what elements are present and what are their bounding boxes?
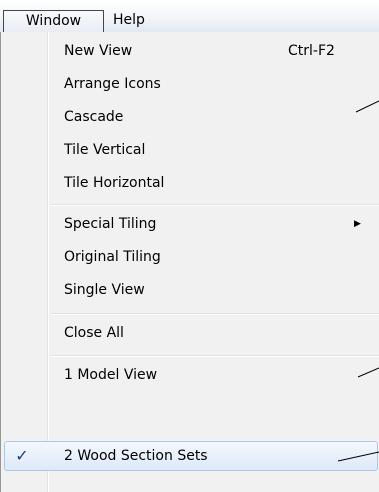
menu-item-label: Original Tiling [64, 249, 161, 265]
menu-item-label: Arrange Icons [64, 76, 161, 92]
menu-separator [51, 204, 379, 206]
menu-item-label: Single View [64, 282, 145, 298]
menu-item-label: Close All [64, 325, 124, 341]
menu-separator [51, 355, 379, 357]
menu-item-label: New View [64, 43, 133, 59]
submenu-arrow-icon: ▶ [354, 219, 361, 229]
checkmark-icon: ✓ [15, 446, 29, 465]
menu-separator [51, 313, 379, 315]
menu-item-label: Tile Horizontal [64, 175, 165, 191]
menu-item-label: 1 Model View [64, 367, 158, 383]
menu-window-label: Window [25, 13, 82, 29]
menu-item-original-tiling[interactable]: Original Tiling [2, 241, 378, 274]
menu-item-special-tiling[interactable]: Special Tiling ▶ [2, 208, 378, 241]
menu-item-shortcut: Ctrl-F2 [288, 43, 335, 59]
menu-item-tile-horizontal[interactable]: Tile Horizontal [2, 167, 378, 200]
menu-help[interactable]: Help [107, 10, 151, 32]
menu-item-label: Cascade [64, 109, 124, 125]
menu-item-close-all[interactable]: Close All [2, 317, 378, 350]
menu-item-arrange-icons[interactable]: Arrange Icons [2, 68, 378, 101]
menu-help-label: Help [113, 12, 145, 28]
menu-item-cascade[interactable]: Cascade [2, 101, 378, 134]
menu-bar: Window Help [0, 0, 379, 33]
menu-item-label: 2 Wood Section Sets [64, 448, 208, 464]
window-menu-dropdown: New View Ctrl-F2 Arrange Icons Cascade T… [0, 32, 379, 492]
menu-item-new-view[interactable]: New View Ctrl-F2 [2, 35, 378, 68]
menu-item-model-view[interactable]: 1 Model View [2, 359, 378, 392]
menu-window[interactable]: Window [3, 10, 104, 32]
menu-item-single-view[interactable]: Single View [2, 274, 378, 307]
menu-item-wood-section-sets[interactable]: ✓ 2 Wood Section Sets [4, 441, 378, 471]
menu-item-label: Special Tiling [64, 216, 157, 232]
menu-item-label: Tile Vertical [64, 142, 146, 158]
menu-item-tile-vertical[interactable]: Tile Vertical [2, 134, 378, 167]
